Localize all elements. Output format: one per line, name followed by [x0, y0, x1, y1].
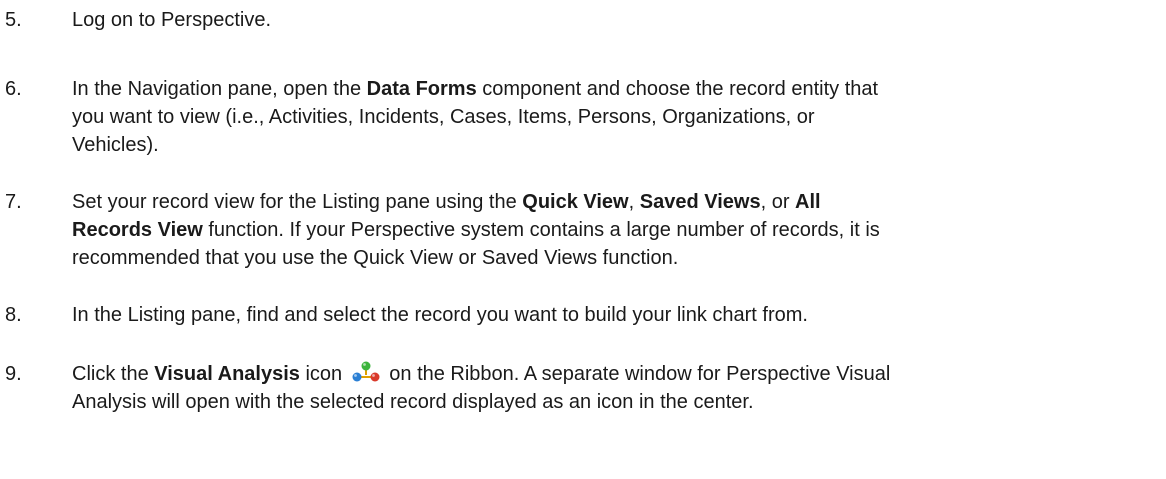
- text-run: Vehicles).: [72, 134, 159, 156]
- step-number: 6.: [5, 78, 22, 100]
- visual-analysis-icon: [352, 361, 380, 382]
- text-line: Records View function. If your Perspecti…: [72, 216, 1152, 244]
- text-run: Set your record view for the Listing pan…: [72, 191, 523, 213]
- text-run: recommended that you use the Quick View …: [72, 247, 679, 269]
- step-number: 9.: [5, 363, 22, 385]
- step-number: 8.: [5, 304, 22, 326]
- text-line: Vehicles).: [72, 131, 1152, 159]
- text-run: ,: [628, 191, 640, 213]
- step-text: Click the Visual Analysis icon on the Ri…: [72, 360, 1152, 416]
- step-text: Log on to Perspective.: [72, 6, 1152, 34]
- step-number: 5.: [5, 9, 22, 31]
- bold-term: All: [795, 191, 821, 213]
- text-run: component and choose the record entity t…: [476, 78, 879, 100]
- text-run: on the Ribbon. A separate window for Per…: [383, 363, 891, 385]
- bold-term: Saved Views: [639, 191, 761, 213]
- text-run: In the Navigation pane, open the: [72, 78, 367, 100]
- text-run: icon: [299, 363, 348, 385]
- text-run: function. If your Perspective system con…: [202, 219, 880, 241]
- step-text: In the Navigation pane, open the Data Fo…: [72, 75, 1152, 159]
- text-run: Analysis will open with the selected rec…: [72, 391, 754, 413]
- bold-term: Visual Analysis: [154, 363, 300, 385]
- text-line: Analysis will open with the selected rec…: [72, 388, 1152, 416]
- text-line: In the Listing pane, find and select the…: [72, 301, 1152, 329]
- bold-term: Quick View: [522, 191, 629, 213]
- text-line: In the Navigation pane, open the Data Fo…: [72, 75, 1152, 103]
- text-line: recommended that you use the Quick View …: [72, 244, 1152, 272]
- step-text: In the Listing pane, find and select the…: [72, 301, 1152, 329]
- step-text: Set your record view for the Listing pan…: [72, 188, 1152, 272]
- text-line: Click the Visual Analysis icon on the Ri…: [72, 360, 1152, 388]
- bold-term: Records View: [72, 219, 203, 241]
- text-run: , or: [760, 191, 796, 213]
- text-run: you want to view (i.e., Activities, Inci…: [72, 106, 815, 128]
- text-line: Log on to Perspective.: [72, 6, 1152, 34]
- bold-term: Data Forms: [366, 78, 477, 100]
- text-run: In the Listing pane, find and select the…: [72, 304, 808, 326]
- text-run: Click the: [72, 363, 155, 385]
- step-number: 7.: [5, 191, 22, 213]
- text-line: Set your record view for the Listing pan…: [72, 188, 1152, 216]
- text-line: you want to view (i.e., Activities, Inci…: [72, 103, 1152, 131]
- text-run: Log on to Perspective.: [72, 9, 272, 31]
